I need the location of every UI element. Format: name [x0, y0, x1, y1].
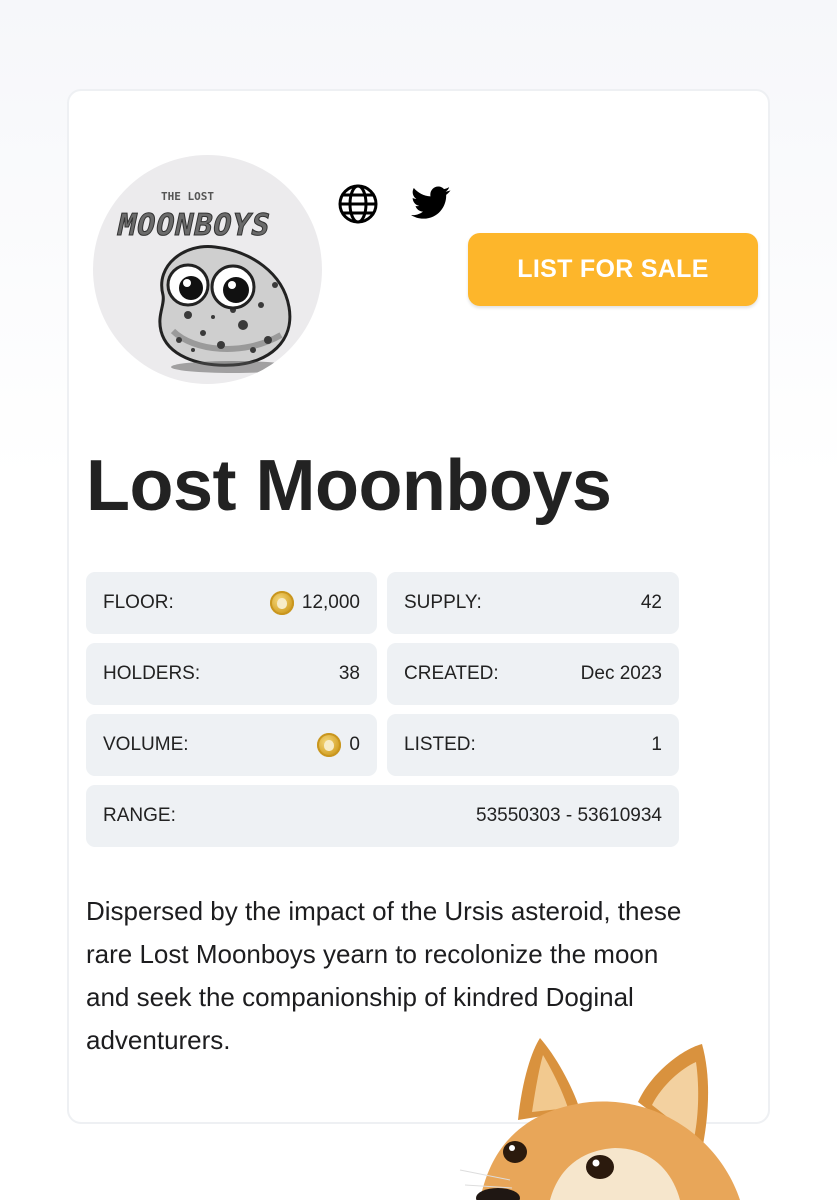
moonboy-logo: THE LOST MOONBOYS: [114, 190, 295, 373]
stat-holders-value: 38: [338, 663, 360, 684]
stat-volume-value: 0: [349, 734, 360, 755]
stat-range-value: 53550303 - 53610934: [476, 805, 662, 826]
stat-created-label: CREATED:: [404, 663, 499, 684]
stat-volume-label: VOLUME:: [103, 734, 189, 755]
stat-listed-label: LISTED:: [404, 734, 476, 755]
right-eye: [210, 264, 256, 310]
dogecoin-icon: [269, 591, 294, 615]
globe-icon[interactable]: [337, 183, 379, 225]
stat-created: CREATED: Dec 2023: [387, 643, 679, 705]
left-eye: [166, 263, 210, 307]
stat-supply-value: 42: [640, 592, 662, 613]
doge-mascot-image: [459, 1038, 740, 1200]
logo-text-main: MOONBOYS: [114, 208, 274, 243]
stat-floor-label: FLOOR:: [103, 592, 174, 613]
dogecoin-icon: [317, 733, 342, 757]
stat-holders-label: HOLDERS:: [103, 663, 201, 684]
stat-listed: LISTED: 1: [387, 714, 679, 776]
stat-range-label: RANGE:: [103, 805, 176, 826]
twitter-icon[interactable]: [411, 186, 451, 220]
stat-supply-label: SUPPLY:: [404, 592, 482, 613]
stat-range: RANGE: 53550303 - 53610934: [86, 785, 679, 847]
collection-title: Lost Moonboys: [86, 446, 612, 526]
stat-holders: HOLDERS: 38: [86, 643, 377, 705]
stat-created-value: Dec 2023: [580, 663, 662, 684]
stat-listed-value: 1: [651, 734, 662, 755]
logo-text-top: THE LOST: [161, 190, 214, 203]
stat-floor: FLOOR: 12,000: [86, 572, 377, 634]
stat-volume: VOLUME: 0: [86, 714, 377, 776]
stat-supply: SUPPLY: 42: [387, 572, 679, 634]
stat-floor-value: 12,000: [301, 592, 360, 613]
collection-avatar: THE LOST MOONBOYS: [93, 155, 322, 384]
list-for-sale-button[interactable]: LIST FOR SALE: [468, 233, 758, 306]
